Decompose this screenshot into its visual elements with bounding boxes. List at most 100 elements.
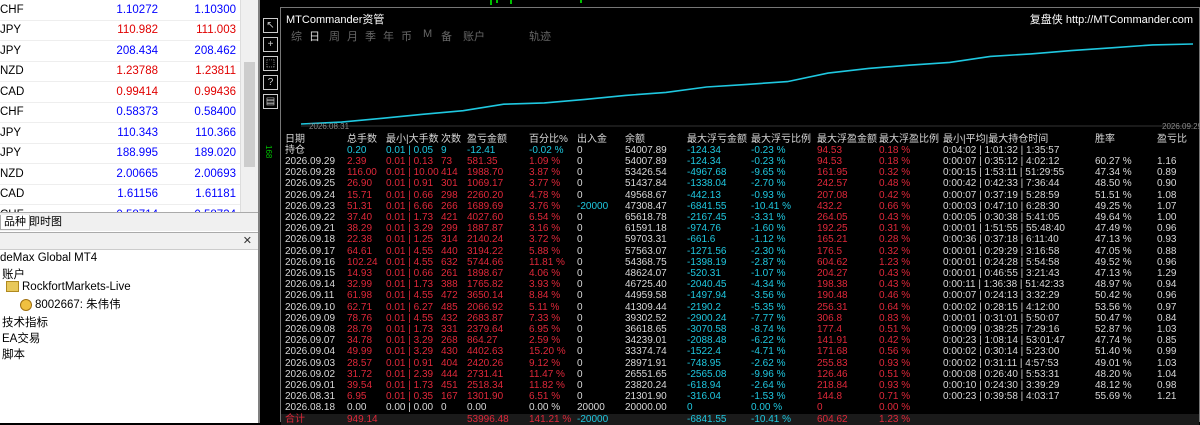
table-cell: 261 [441, 268, 458, 279]
table-cell: 0.01 | 0.91 [386, 178, 434, 190]
market-watch-row[interactable]: CAD 1.61156 1.61181 [0, 185, 240, 205]
table-cell: 0.01 | 6.66 [386, 200, 434, 212]
table-cell: 314 [441, 234, 458, 246]
table-cell: 32.99 [347, 279, 373, 291]
zoom-icon[interactable]: ⬚ [263, 56, 278, 71]
close-icon[interactable]: ✕ [243, 234, 252, 247]
market-watch-row[interactable]: JPY 188.995 189.020 [0, 144, 240, 164]
table-cell: 0.93 % [879, 357, 911, 369]
help-icon[interactable]: ? [263, 75, 278, 90]
crosshair-icon[interactable]: + [263, 37, 278, 52]
market-watch-tabs: 品种 即时图 [0, 212, 258, 231]
table-cell: 2379.64 [467, 324, 504, 335]
table-cell: 1.16 [1157, 156, 1177, 167]
table-cell: -6.22 % [751, 335, 786, 347]
table-cell: 1988.70 [467, 167, 504, 179]
table-cell: 432.2 [817, 200, 843, 212]
symbol-name: CAD [0, 188, 25, 201]
nav-experts[interactable]: EA交易 [2, 330, 40, 346]
table-cell: 6.95 [347, 391, 367, 403]
market-watch-row[interactable]: CHF 0.58373 0.58400 [0, 103, 240, 123]
nav-accounts[interactable]: 账户 [2, 266, 25, 282]
nav-broker[interactable]: deMax Global MT4 [0, 252, 97, 264]
scrollbar-thumb[interactable] [244, 62, 255, 167]
table-cell: 5744.66 [467, 256, 504, 268]
market-watch-row[interactable]: JPY 110.982 111.003 [0, 21, 240, 41]
table-cell: 20000 [577, 402, 605, 414]
table-cell: -1.07 % [751, 268, 786, 279]
symbol-name: CHF [0, 106, 24, 119]
table-cell: -4.34 % [751, 279, 786, 291]
tab-tick-chart[interactable]: 即时图 [26, 215, 65, 229]
column-header: 最小|大手数 [386, 134, 439, 145]
table-cell: -3070.58 [687, 324, 727, 335]
market-watch-row[interactable]: JPY 110.343 110.366 [0, 123, 240, 144]
ask-price: 208.462 [194, 44, 236, 57]
table-cell: 0 [577, 212, 583, 223]
table-cell: 0.46 % [879, 290, 911, 302]
table-cell: 51.40 % [1095, 346, 1132, 358]
market-watch-row[interactable]: NZD 1.23788 1.23811 [0, 62, 240, 82]
table-cell: 11.82 % [529, 380, 565, 391]
table-cell: -2900.24 [687, 312, 727, 324]
market-watch-row[interactable]: CHF 1.10272 1.10300 [0, 0, 240, 21]
market-watch-row[interactable]: JPY 208.434 208.462 [0, 41, 240, 62]
table-cell: 78.76 [347, 312, 373, 324]
market-watch-row[interactable]: CAD 0.99414 0.99436 [0, 82, 240, 103]
table-cell: 0 [577, 178, 583, 190]
table-cell: 65618.78 [625, 212, 667, 223]
table-cell: 1.03 [1157, 357, 1177, 369]
nav-scripts[interactable]: 脚本 [2, 346, 25, 362]
table-cell: 0.01 | 3.29 [386, 335, 434, 347]
market-watch-row[interactable]: NZD 2.00665 2.00693 [0, 164, 240, 185]
table-cell: 47.13 % [1095, 268, 1132, 279]
table-cell: 1689.69 [467, 200, 504, 212]
table-cell: 4.78 % [529, 189, 561, 201]
table-cell: 116.00 [347, 167, 377, 179]
table-row: 2026.08.18 0.00 0.00 | 0.00 0 0.00 0.00 % 2000… [281, 402, 1199, 413]
table-cell: 48.50 % [1095, 178, 1132, 190]
price-bars [490, 0, 582, 5]
ea-brand[interactable]: 复盘侠 http://MTCommander.com [1030, 11, 1193, 27]
table-cell: 9 [441, 145, 447, 156]
table-cell: 0.01 | 6.27 [386, 301, 434, 313]
table-cell: 0 [577, 234, 583, 246]
table-cell: 388 [441, 279, 458, 291]
market-watch-scrollbar[interactable] [240, 0, 259, 215]
table-cell: 0.01 | 0.13 [386, 156, 434, 167]
table-cell: 144.8 [817, 391, 843, 403]
table-cell: 0.85 [1157, 335, 1177, 347]
cursor-icon[interactable]: ↖ [263, 18, 278, 33]
table-cell: 255.83 [817, 357, 848, 369]
table-cell: -2.64 % [751, 380, 786, 391]
table-cell: 2.39 [347, 156, 367, 167]
table-cell: 0 [577, 256, 583, 268]
table-cell: 0.32 % [879, 245, 911, 257]
table-cell: 0.00 % [879, 402, 911, 414]
table-cell: 0 [577, 391, 583, 403]
table-cell: 48.97 % [1095, 279, 1132, 291]
symbol-name: JPY [0, 24, 22, 37]
table-cell: 61591.18 [625, 223, 667, 235]
bid-price: 2.00665 [116, 167, 158, 180]
table-cell: 28.79 [347, 324, 373, 335]
nav-indicators[interactable]: 技术指标 [2, 314, 48, 330]
table-cell: 0 [687, 402, 693, 414]
ask-price: 0.99436 [194, 85, 236, 98]
table-cell: 0:00:02 | 0:28:15 | 4:12:00 [943, 301, 1060, 313]
table-row: 2026.09.02 31.72 0.01 | 2.39 444 2731.41 11.4… [281, 369, 1199, 380]
table-cell: 60.27 % [1095, 156, 1132, 167]
nav-server[interactable]: RockfortMarkets-Live [6, 281, 131, 293]
equity-curve [300, 43, 1194, 127]
table-cell: -3.56 % [751, 290, 786, 302]
nav-account[interactable]: 8002667: 朱伟伟 [20, 296, 121, 312]
table-cell: -748.95 [687, 357, 721, 369]
column-header: 余额 [625, 134, 645, 145]
table-cell: 171.68 [817, 346, 848, 358]
column-header: 次数 [441, 134, 461, 145]
table-cell: 34.78 [347, 335, 373, 347]
table-cell: 2026.09.02 [285, 368, 336, 380]
table-cell: 46725.40 [625, 279, 667, 291]
settings-icon[interactable]: ▤ [263, 94, 278, 109]
table-row: 2026.09.08 28.79 0.01 | 1.73 331 2379.64 6.95… [281, 324, 1199, 335]
